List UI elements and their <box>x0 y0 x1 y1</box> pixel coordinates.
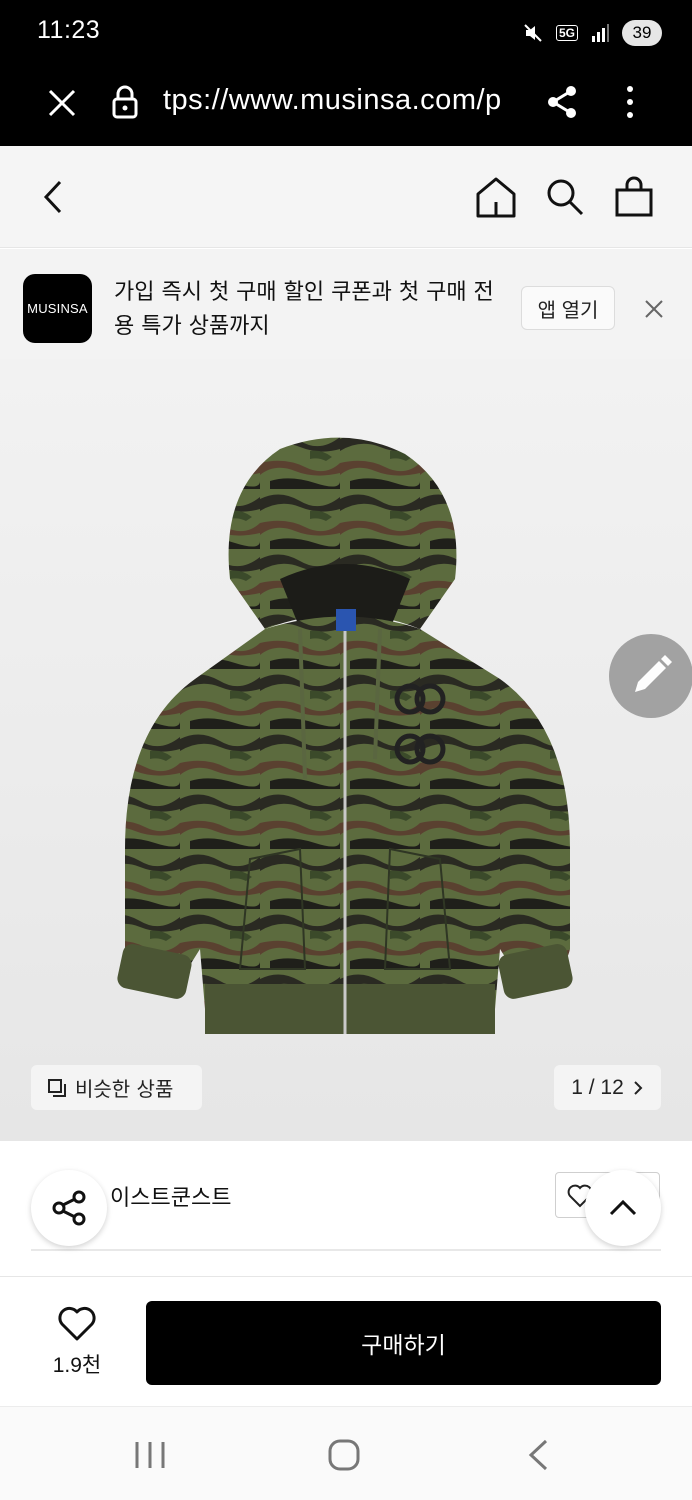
banner-close-icon[interactable] <box>641 296 667 322</box>
site-header <box>0 146 692 248</box>
image-counter-text: 1 / 12 <box>571 1075 624 1099</box>
status-bar: 11:23 5G 39 <box>0 0 692 64</box>
more-icon[interactable] <box>620 84 640 120</box>
similar-products-label: 비슷한 상품 <box>75 1077 174 1101</box>
home-icon[interactable] <box>475 176 517 218</box>
edit-icon <box>635 655 672 692</box>
recent-apps-icon[interactable] <box>133 1440 167 1470</box>
product-image <box>117 437 573 1034</box>
brand-name[interactable]: 이스트쿤스트 <box>110 1180 231 1212</box>
share-button[interactable] <box>31 1170 107 1246</box>
search-icon[interactable] <box>545 177 585 217</box>
network-label: 5G <box>555 25 578 41</box>
image-counter[interactable]: 1 / 12 <box>554 1065 661 1110</box>
mute-icon <box>524 24 542 42</box>
status-icons: 5G 39 <box>522 18 662 48</box>
share-icon[interactable] <box>545 84 579 120</box>
system-nav-bar <box>0 1406 692 1500</box>
like-count: 1.9천 <box>52 1354 102 1377</box>
battery-indicator: 39 <box>622 20 662 46</box>
close-icon[interactable] <box>44 85 80 121</box>
back-icon[interactable] <box>40 179 68 215</box>
divider <box>31 1249 661 1251</box>
status-time: 11:23 <box>37 16 101 44</box>
similar-icon <box>48 1078 66 1097</box>
url-text[interactable]: tps://www.musinsa.com/p <box>163 84 515 117</box>
browser-url-bar: tps://www.musinsa.com/p <box>0 64 692 146</box>
buy-button[interactable]: 구매하기 <box>146 1301 661 1385</box>
musinsa-logo: MUSINSA <box>23 274 92 343</box>
product-image-carousel[interactable] <box>0 359 692 1141</box>
similar-products-button[interactable]: 비슷한 상품 <box>31 1065 202 1110</box>
edit-button[interactable] <box>609 634 692 718</box>
chevron-up-icon <box>609 1199 637 1216</box>
chevron-right-icon <box>634 1080 643 1095</box>
signal-icon <box>592 24 609 42</box>
home-nav-icon[interactable] <box>327 1438 361 1472</box>
lock-icon[interactable] <box>110 84 140 120</box>
back-nav-icon[interactable] <box>526 1438 550 1472</box>
share-icon <box>52 1190 86 1226</box>
cart-icon[interactable] <box>614 176 654 218</box>
banner-message: 가입 즉시 첫 구매 할인 쿠폰과 첫 구매 전용 특가 상품까지 <box>114 280 494 339</box>
scroll-top-button[interactable] <box>585 1170 661 1246</box>
heart-icon <box>58 1306 96 1341</box>
open-app-button[interactable]: 앱 열기 <box>521 286 615 330</box>
